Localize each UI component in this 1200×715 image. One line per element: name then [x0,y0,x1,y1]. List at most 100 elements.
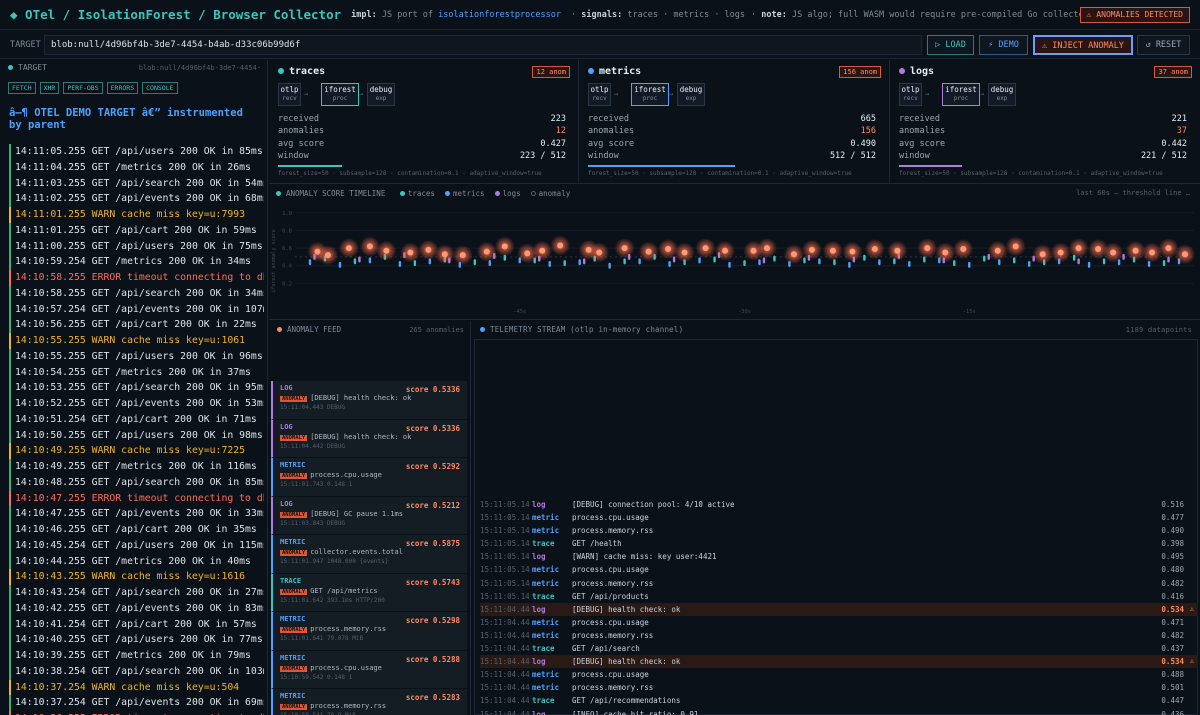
anomaly-feed-list[interactable]: LOG score 0.5336 ANOMALY [DEBUG] health che… [271,381,467,715]
stream-row-score: 0.516 [1161,500,1184,509]
stream-row[interactable]: 15:11:05.140 trace GET /api/products 0.416 [480,590,1198,603]
stream-row[interactable]: 15:11:04.442 log [INFO] cache hit ratio: 0… [480,708,1198,715]
point-anomaly [596,249,603,256]
request-log-line: 14:10:59.254 GET /metrics 200 OK in 34ms [9,254,264,270]
chip-errors[interactable]: ERRORS [106,82,139,94]
feed-item-message: ANOMALY process.memory.rss [280,625,467,633]
point-anomaly [763,245,770,252]
stream-row[interactable]: 15:11:05.141 log [WARN] cache miss: key us… [480,550,1198,563]
stage-name: debug [369,85,393,94]
timeline-title: ANOMALY SCORE TIMELINE [286,189,386,198]
stream-row[interactable]: 15:11:04.443 metric process.cpu.usage 0.471 [480,616,1198,629]
stage-otlp[interactable]: otlp recv [278,83,301,106]
anomaly-feed-item[interactable]: METRIC score 0.5298 ANOMALY process.memory.… [271,612,467,651]
stage-debug[interactable]: debug exp [677,83,705,106]
stream-row[interactable]: 15:11:04.442 metric process.cpu.usage 0.488 [480,668,1198,681]
stream-row-time: 15:11:04.442 [480,709,530,715]
app-header: ◆ OTel / IsolationForest / Browser Colle… [0,0,1200,30]
load-button[interactable]: ▷ LOAD [927,35,974,55]
arrow-icon: → [980,90,985,98]
target-label: TARGET [10,40,41,50]
anomaly-feed-item[interactable]: METRIC score 0.5288 ANOMALY process.cpu.usa… [271,650,467,689]
arrow-icon: → [669,90,674,98]
anomaly-feed-item[interactable]: LOG score 0.5212 ANOMALY [DEBUG] GC pause 1… [271,496,467,535]
request-log-line: 14:10:40.255 GET /api/users 200 OK in 77… [9,632,264,648]
point-anomaly [871,245,878,252]
point-anomaly [1182,251,1189,258]
anomaly-feed-item[interactable]: LOG score 0.5336 ANOMALY [DEBUG] health che… [271,419,467,458]
stream-row[interactable]: 15:11:05.141 log [DEBUG] connection pool: … [480,498,1198,511]
feed-item-score: score 0.5212 [405,500,460,510]
point-anomaly [441,251,448,258]
stream-row[interactable]: 15:11:04.442 metric process.memory.rss 0.48… [480,629,1198,642]
legend-label: logs [502,189,521,198]
point-metrics [1087,261,1091,268]
stage-iforest[interactable]: iforest proc [631,83,669,106]
impl-link[interactable]: isolationforestprocessor [438,10,561,20]
stage-kind: proc [953,95,969,102]
point-anomaly [557,242,564,249]
stat-value: 0.427 [540,138,566,149]
request-log-line: 14:10:38.254 GET /api/search 200 OK in 1… [9,663,264,680]
legend-label: anomaly [538,189,571,198]
chip-fetch[interactable]: FETCH [8,82,36,94]
stream-row-kind: trace [532,644,555,654]
point-traces [353,258,357,265]
point-anomaly [483,248,490,255]
stream-row[interactable]: 15:11:05.141 metric process.cpu.usage 0.477 [480,511,1198,524]
legend-dot-icon [399,191,405,196]
stream-row-time: 15:11:05.140 [480,591,530,601]
anomaly-feed-item[interactable]: METRIC score 0.5875 ANOMALY collector.event… [271,535,467,574]
stage-debug[interactable]: debug exp [988,83,1016,106]
warning-icon: ⚠ [1189,604,1194,613]
anomaly-feed-item[interactable]: TRACE score 0.5743 ANOMALY GET /api/metrics… [271,573,467,612]
request-log-line: 14:10:46.255 GET /api/cart 200 OK in 35m… [9,522,264,538]
chip-perf-obs[interactable]: PERF-OBS [63,82,103,94]
point-anomaly [645,248,652,255]
stream-row[interactable]: 15:11:04.442 log [DEBUG] health check: ok 0… [480,655,1198,669]
request-log-line: 14:10:50.255 GET /api/users 200 OK in 98… [9,427,264,444]
stream-row[interactable]: 15:11:04.442 trace GET /api/recommendation… [480,694,1198,707]
target-url-input[interactable] [44,35,922,55]
stream-row[interactable]: 15:11:05.141 metric process.cpu.usage 0.480 [480,563,1198,576]
stream-row[interactable]: 15:11:05.141 metric process.memory.rss 0.49… [480,524,1198,537]
stream-row[interactable]: 15:11:05.141 trace GET /health 0.398 [480,537,1198,550]
stream-dot-icon [480,327,485,332]
stream-row-score: 0.416 [1161,591,1184,601]
reset-button[interactable]: ↺ RESET [1137,35,1190,55]
stream-row-kind: metric [532,683,560,693]
feed-item-text: [DEBUG] health check: ok [310,394,412,402]
stream-row-score: 0.482 [1161,630,1184,640]
pipeline-dot-icon [278,68,284,74]
stage-iforest[interactable]: iforest proc [942,83,980,106]
anomaly-feed-item[interactable]: LOG score 0.5336 ANOMALY [DEBUG] health che… [271,381,467,420]
stat-label: anomalies [899,126,946,137]
demo-button[interactable]: ⚡ DEMO [979,35,1028,55]
stream-row[interactable]: 15:11:04.443 log [DEBUG] health check: ok 0… [480,602,1198,616]
feed-item-message: ANOMALY process.cpu.usage [280,471,467,479]
stage-debug[interactable]: debug exp [367,83,395,106]
stream-row[interactable]: 15:11:04.442 trace GET /api/search 0.437 [480,642,1198,655]
stream-row-score: 0.490 [1161,526,1184,536]
stage-otlp[interactable]: otlp recv [899,83,922,106]
stat-row: avg score 0.427 [278,138,566,150]
stage-otlp[interactable]: otlp recv [588,83,611,106]
stage-kind: exp [375,95,387,102]
chip-xhr[interactable]: XHR [39,82,60,94]
anomaly-feed-item[interactable]: METRIC score 0.5292 ANOMALY process.cpu.usa… [271,458,467,497]
arrow-icon: → [359,90,364,98]
point-anomaly [1075,245,1082,252]
stream-row-message: process.cpu.usage [572,670,649,680]
y-tick-label: 0.8 [282,228,292,234]
stream-row-kind: metric [532,578,560,588]
inject-anomaly-button[interactable]: ⚠ INJECT ANOMALY [1033,35,1133,55]
chip-console[interactable]: CONSOLE [142,82,178,94]
stream-row-kind: log [532,552,546,562]
request-log-line: 14:10:54.255 GET /metrics 200 OK in 37ms [9,364,264,381]
stream-row[interactable]: 15:11:04.442 metric process.memory.rss 0.50… [480,681,1198,694]
stream-row[interactable]: 15:11:05.141 metric process.memory.rss 0.48… [480,577,1198,590]
stage-iforest[interactable]: iforest proc [321,83,359,106]
anomaly-feed-item[interactable]: METRIC score 0.5283 ANOMALY process.memory.… [271,689,467,715]
feed-item-score: score 0.5336 [405,423,460,433]
anomaly-score-timeline: ANOMALY SCORE TIMELINE traces metrics logs… [269,185,1200,320]
